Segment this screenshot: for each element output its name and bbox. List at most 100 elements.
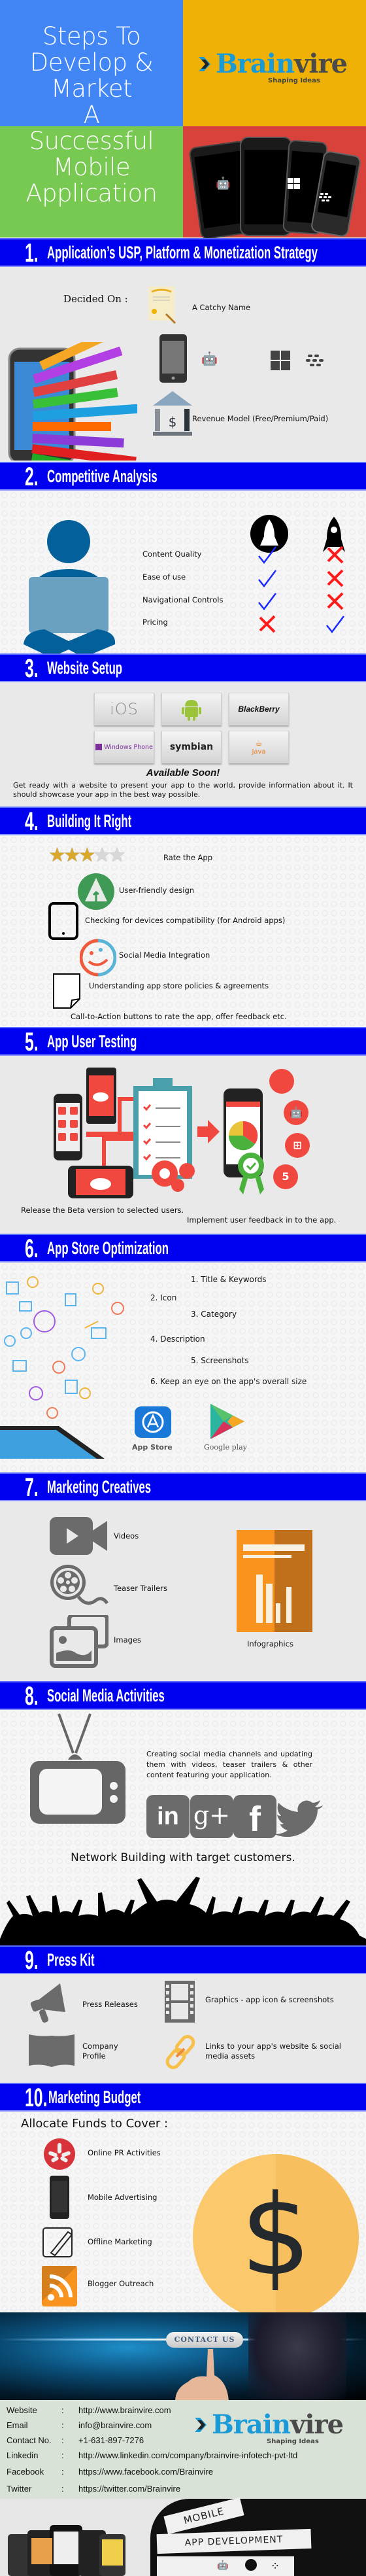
press-releases-label: Press Releases — [82, 2000, 138, 2009]
platform-tile-windows-phone: Windows Phone — [94, 731, 154, 763]
check-icon — [258, 570, 276, 587]
windows-icon — [271, 351, 290, 370]
aso-item: 2. Icon — [150, 1293, 177, 1302]
film-strip-icon — [165, 1981, 195, 2023]
pencil-note-icon — [42, 2227, 73, 2257]
star-rating: ★★★★★ — [48, 846, 126, 865]
creative-images-label: Images — [114, 1635, 142, 1645]
contact-us-button[interactable]: CONTACT US — [166, 2332, 243, 2348]
logo-tagline: Shaping Ideas — [268, 77, 320, 84]
contact-table: Website: http://www.brainvire.com Email: in… — [0, 2400, 366, 2499]
contact-value-link[interactable]: +1-631-897-7276 — [78, 2435, 144, 2445]
contact-value-link[interactable]: http://www.linkedin.com/company/brainvir… — [78, 2450, 297, 2460]
app-icons-cloud-illustration — [0, 1276, 124, 1459]
android-icon — [182, 700, 201, 721]
svg-text:$: $ — [241, 2171, 311, 2301]
section-header-3: 3. Website Setup — [0, 653, 366, 683]
hero: Steps To Develop & Market A Successful M… — [0, 0, 366, 239]
windows-phone-logo: Windows Phone — [104, 743, 153, 751]
google-play-label: Google play — [204, 1443, 247, 1452]
apple-icon — [269, 1069, 294, 1094]
android-icon: 🤖 — [201, 351, 218, 366]
item-catchy-name: A Catchy Name — [192, 303, 251, 312]
item-call-to-action: Call-to-Action buttons to rate the app, … — [71, 1012, 287, 1021]
book-icon — [29, 2034, 75, 2067]
svg-text:$: $ — [169, 414, 177, 430]
item-device-compatibility: Checking for devices compatibility (for … — [85, 916, 286, 925]
android-icon: 🤖 — [216, 177, 231, 190]
section-title: Building It Right — [47, 811, 132, 831]
ios-logo: iOS — [110, 700, 139, 718]
platform-tile-ios: iOS — [94, 693, 154, 725]
document-icon — [53, 973, 80, 1009]
section-body-2: Content Quality Ease of use Navigational… — [0, 491, 366, 654]
dollar-coin-icon: $ — [193, 2154, 359, 2312]
section-title: Marketing Creatives — [47, 1477, 152, 1497]
hero-title-line: Successful — [29, 127, 154, 155]
megaphone-icon — [30, 1983, 65, 2023]
logo-arrow-icon — [199, 56, 210, 71]
section-title: App User Testing — [47, 1032, 137, 1051]
section-title: Application’s USP, Platform & Monetizati… — [47, 243, 318, 262]
smartphone-icon — [159, 334, 187, 383]
twitter-icon — [274, 1800, 323, 1837]
html5-icon: 5 — [273, 1164, 298, 1189]
chain-link-icon — [165, 2034, 195, 2070]
linkedin-icon: in — [146, 1795, 190, 1838]
google-play-icon — [210, 1404, 244, 1439]
symbian-logo: symbian — [169, 742, 214, 752]
allocate-funds-heading: Allocate Funds to Cover : — [21, 2117, 169, 2131]
contact-value-link[interactable]: info@brainvire.com — [78, 2420, 152, 2430]
contact-label: Email — [7, 2420, 28, 2430]
logo-word-blue: Brain — [216, 48, 295, 79]
mobile-advertising-label: Mobile Advertising — [88, 2193, 158, 2202]
section-header-2: 2. Competitive Analysis — [0, 462, 366, 491]
section-number: 5. — [25, 1028, 39, 1056]
implement-feedback-text: Implement user feedback in to the app. — [187, 1215, 337, 1225]
section-header-4: 4. Building It Right — [0, 807, 366, 836]
competitive-row-label: Ease of use — [142, 572, 186, 582]
links-label: Links to your app's website & social med… — [205, 2042, 341, 2061]
contact-value-link[interactable]: https://www.facebook.com/Brainvire — [78, 2467, 213, 2477]
blackberry-icon — [306, 355, 324, 366]
section-body-3: iOS BlackBerry Windows Phone symbian ☕ Ja… — [0, 682, 366, 807]
blackberry-icon — [319, 193, 331, 201]
cross-icon — [327, 546, 344, 564]
contact-value-link[interactable]: https://twitter.com/Brainvire — [78, 2484, 180, 2494]
creative-videos-label: Videos — [114, 1531, 139, 1540]
section-header-5: 5. App User Testing — [0, 1027, 366, 1056]
mobile-phone-icon — [50, 2176, 69, 2219]
crowd-silhouette — [0, 1877, 366, 1945]
brainvire-logo: Brain vire — [199, 48, 348, 79]
hero-title-line: Application — [25, 179, 158, 207]
java-logo: Java — [252, 748, 266, 756]
hero-title-line: Market — [50, 75, 133, 103]
smartphones-illustration — [8, 2525, 125, 2576]
website-description: Get ready with a website to present your… — [13, 781, 353, 799]
platform-tile-android — [161, 693, 222, 725]
section-title: Social Media Activities — [47, 1686, 165, 1705]
section-body-7: Videos Teaser Trailers Images Infographi… — [0, 1501, 366, 1681]
contact-label: Website — [7, 2405, 37, 2415]
section-number: 7. — [25, 1473, 39, 1502]
section-number: 4. — [25, 807, 39, 836]
android-icon: 🤖 — [284, 1100, 308, 1125]
section-number: 8. — [25, 1682, 39, 1711]
competitive-row-label: Navigational Controls — [142, 595, 224, 604]
section-body-8: Creating social media channels and updat… — [0, 1710, 366, 1945]
contact-separator: : — [61, 2484, 64, 2494]
contact-value-link[interactable]: http://www.brainvire.com — [78, 2405, 171, 2415]
infographic-icon — [237, 1530, 312, 1632]
forest-icon — [78, 873, 114, 910]
section-number: 6. — [25, 1234, 39, 1263]
contact-separator: : — [61, 2435, 64, 2445]
android-icon: 🤖 — [217, 2560, 229, 2571]
cross-icon — [327, 569, 344, 587]
competitive-row-label: Content Quality — [142, 549, 202, 559]
competitive-row-label: Pricing — [142, 618, 168, 627]
rate-the-app-label: Rate the App — [163, 853, 213, 862]
section-title: Competitive Analysis — [47, 466, 158, 486]
creative-infographics-label: Infographics — [247, 1639, 293, 1648]
video-camera-icon — [50, 1517, 107, 1555]
tv-icon — [30, 1713, 125, 1824]
